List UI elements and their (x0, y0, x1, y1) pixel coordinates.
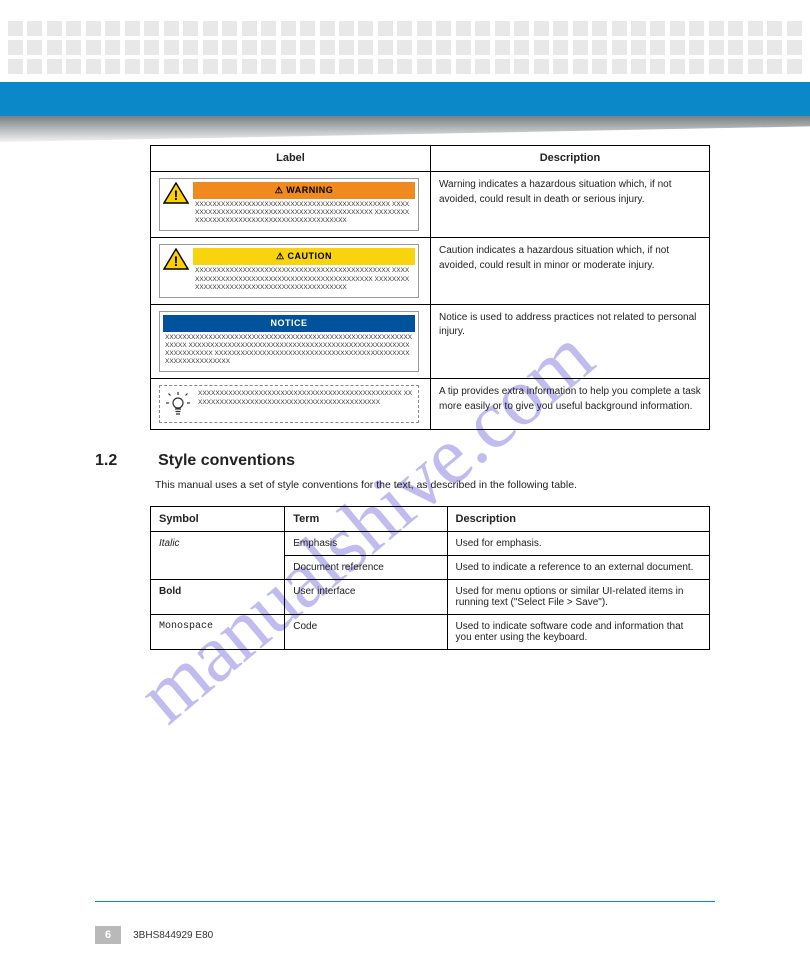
symbol-cell: Monospace (151, 614, 285, 649)
table-row: Italic Emphasis Used for emphasis. (151, 531, 710, 555)
term-cell: Code (285, 614, 447, 649)
safety-labels-table: Label Description ! ⚠ WARNING XXXXXXXXXX… (150, 145, 710, 430)
page-content: Label Description ! ⚠ WARNING XXXXXXXXXX… (95, 145, 715, 650)
desc-cell: Warning indicates a hazardous situation … (430, 172, 709, 238)
table-header-row: Label Description (151, 146, 710, 172)
section-intro: This manual uses a set of style conventi… (155, 478, 695, 493)
col-header-description: Description (430, 146, 709, 172)
sample-text: XXXXXXXXXXXXXXXXXXXXXXXXXXXXXXXXXXXXXXXX… (198, 390, 414, 407)
header-gradient-bar (0, 116, 810, 142)
label-cell-tip: XXXXXXXXXXXXXXXXXXXXXXXXXXXXXXXXXXXXXXXX… (151, 379, 431, 430)
section-style-conventions: 1.2 Style conventions This manual uses a… (95, 452, 715, 649)
style-conventions-table: Symbol Term Description Italic Emphasis … (150, 506, 710, 650)
col-header-term: Term (285, 506, 447, 531)
svg-text:!: ! (174, 187, 179, 203)
table-row: Monospace Code Used to indicate software… (151, 614, 710, 649)
sample-text: XXXXXXXXXXXXXXXXXXXXXXXXXXXXXXXXXXXXXXXX… (193, 199, 415, 227)
warning-header: ⚠ WARNING (193, 182, 415, 199)
footer-separator (95, 901, 715, 902)
col-header-description: Description (447, 506, 709, 531)
caution-triangle-icon: ! (163, 248, 189, 270)
page-number: 6 (95, 926, 121, 944)
desc-cell: A tip provides extra information to help… (430, 379, 709, 430)
header-blue-bar (0, 82, 810, 116)
svg-text:!: ! (174, 253, 179, 269)
lightbulb-icon (164, 390, 192, 418)
caution-header: ⚠ CAUTION (193, 248, 415, 265)
col-header-symbol: Symbol (151, 506, 285, 531)
table-header-row: Symbol Term Description (151, 506, 710, 531)
section-number: 1.2 (95, 452, 155, 470)
table-row: Bold User interface Used for menu option… (151, 579, 710, 614)
desc-cell: Caution indicates a hazardous situation … (430, 238, 709, 304)
term-cell: Emphasis (285, 531, 447, 555)
warning-triangle-icon: ! (163, 182, 189, 204)
desc-cell: Notice is used to address practices not … (430, 304, 709, 379)
table-row: XXXXXXXXXXXXXXXXXXXXXXXXXXXXXXXXXXXXXXXX… (151, 379, 710, 430)
table-row: ! ⚠ WARNING XXXXXXXXXXXXXXXXXXXXXXXXXXXX… (151, 172, 710, 238)
sample-text: XXXXXXXXXXXXXXXXXXXXXXXXXXXXXXXXXXXXXXXX… (163, 332, 415, 369)
col-header-label: Label (151, 146, 431, 172)
desc-cell: Used for emphasis. (447, 531, 709, 555)
desc-cell: Used to indicate a reference to an exter… (447, 555, 709, 579)
term-cell: Document reference (285, 555, 447, 579)
page-footer: 6 3BHS844929 E80 (95, 926, 715, 944)
label-cell-caution: ! ⚠ CAUTION XXXXXXXXXXXXXXXXXXXXXXXXXXXX… (151, 238, 431, 304)
term-cell: User interface (285, 579, 447, 614)
desc-cell: Used to indicate software code and infor… (447, 614, 709, 649)
label-cell-warning: ! ⚠ WARNING XXXXXXXXXXXXXXXXXXXXXXXXXXXX… (151, 172, 431, 238)
sample-text: XXXXXXXXXXXXXXXXXXXXXXXXXXXXXXXXXXXXXXXX… (193, 265, 415, 293)
document-id: 3BHS844929 E80 (133, 930, 213, 941)
table-row: ! ⚠ CAUTION XXXXXXXXXXXXXXXXXXXXXXXXXXXX… (151, 238, 710, 304)
label-cell-notice: NOTICE XXXXXXXXXXXXXXXXXXXXXXXXXXXXXXXXX… (151, 304, 431, 379)
table-row: NOTICE XXXXXXXXXXXXXXXXXXXXXXXXXXXXXXXXX… (151, 304, 710, 379)
decorative-square-pattern (0, 0, 810, 78)
notice-header: NOTICE (163, 315, 415, 332)
symbol-cell: Bold (151, 579, 285, 614)
section-title: Style conventions (158, 452, 295, 470)
desc-cell: Used for menu options or similar UI-rela… (447, 579, 709, 614)
symbol-cell: Italic (151, 531, 285, 579)
